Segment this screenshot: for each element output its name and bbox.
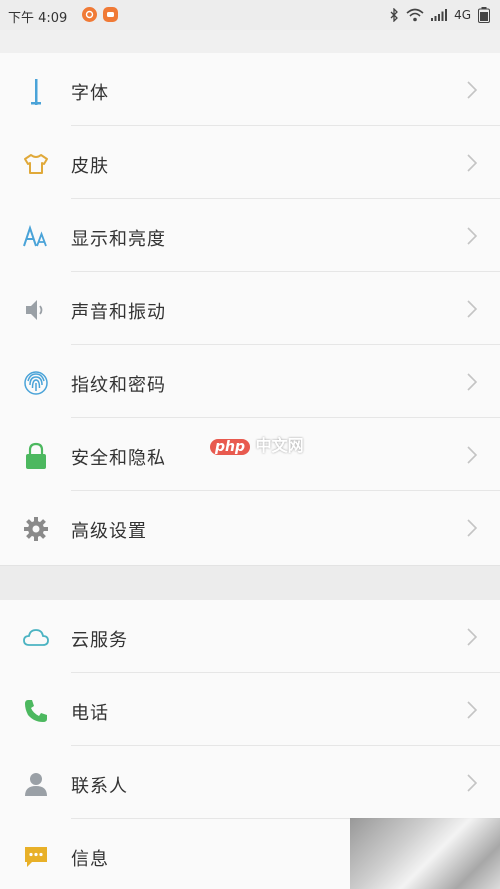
settings-item-advanced[interactable]: 高级设置 (0, 491, 500, 564)
settings-item-cloud[interactable]: 云服务 (0, 600, 500, 673)
battery-icon (478, 7, 490, 23)
watermark-text: 中文网 (255, 436, 304, 455)
chevron-right-icon (467, 701, 478, 719)
settings-item-skin[interactable]: 皮肤 (0, 126, 500, 199)
settings-item-label: 联系人 (71, 776, 128, 797)
bluetooth-icon (390, 8, 398, 22)
network-type: 4G (454, 8, 471, 22)
chevron-right-icon (467, 154, 478, 172)
font-size-icon (23, 224, 47, 247)
settings-item-label: 云服务 (71, 630, 128, 651)
chevron-right-icon (467, 81, 478, 99)
chevron-right-icon (467, 519, 478, 537)
gear-icon (24, 517, 48, 541)
chevron-right-icon (467, 628, 478, 646)
settings-item-label: 信息 (71, 849, 109, 870)
chevron-right-icon (467, 300, 478, 318)
settings-item-label: 安全和隐私 (71, 448, 166, 469)
watermark-php: php (210, 439, 251, 455)
speaker-icon (26, 300, 43, 320)
fingerprint-icon (24, 371, 48, 395)
settings-item-sound[interactable]: 声音和振动 (0, 272, 500, 345)
settings-item-label: 显示和亮度 (71, 229, 166, 250)
chevron-right-icon (467, 774, 478, 792)
font-icon (31, 79, 41, 105)
status-bar: 下午 4:09 4G (0, 0, 500, 30)
notification-chat-icon (103, 7, 118, 22)
message-icon (25, 847, 47, 867)
settings-item-font[interactable]: 字体 (0, 53, 500, 126)
chevron-right-icon (467, 446, 478, 464)
phone-icon (25, 700, 47, 722)
settings-item-label: 皮肤 (71, 156, 109, 177)
settings-screen: 下午 4:09 4G 字体 皮肤 显示和亮度 声音和振动 指纹和密码 安全和隐私… (0, 0, 500, 889)
cloud-icon (23, 629, 49, 646)
section-separator (0, 565, 500, 601)
wifi-icon (406, 8, 424, 22)
chevron-right-icon (467, 227, 478, 245)
settings-item-label: 字体 (71, 83, 109, 104)
blurred-overlay (350, 818, 500, 889)
status-time: 下午 4:09 (8, 11, 68, 26)
settings-item-display[interactable]: 显示和亮度 (0, 199, 500, 272)
settings-item-phone[interactable]: 电话 (0, 673, 500, 746)
settings-item-contacts[interactable]: 联系人 (0, 746, 500, 819)
chevron-right-icon (467, 373, 478, 391)
signal-icon (431, 9, 448, 21)
notification-app-icon (82, 7, 97, 22)
settings-item-label: 高级设置 (71, 521, 147, 542)
watermark: php 中文网 (210, 432, 304, 456)
status-indicators: 4G (389, 5, 490, 25)
lock-icon (26, 442, 46, 469)
person-icon (25, 773, 47, 796)
settings-item-label: 指纹和密码 (71, 375, 166, 396)
settings-item-label: 电话 (71, 703, 109, 724)
shirt-icon (24, 154, 48, 174)
settings-item-label: 声音和振动 (71, 302, 166, 323)
settings-item-fingerprint[interactable]: 指纹和密码 (0, 345, 500, 418)
